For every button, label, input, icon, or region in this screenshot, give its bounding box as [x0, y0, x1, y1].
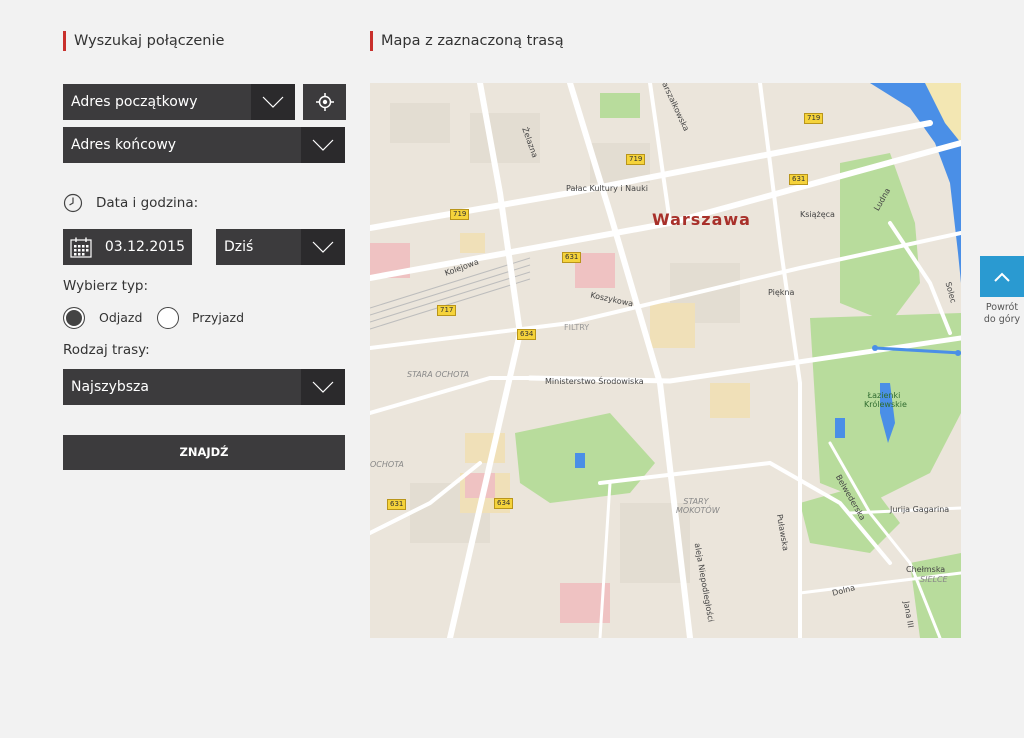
start-address-label: Adres początkowy	[71, 94, 198, 110]
start-address-select[interactable]: Adres początkowy	[63, 84, 295, 120]
road-shield: 631	[387, 499, 407, 510]
search-submit-button[interactable]: ZNAJDŹ	[63, 435, 345, 470]
map-street-label: Piękna	[768, 288, 795, 297]
day-value: Dziś	[224, 239, 254, 255]
day-select[interactable]: Dziś	[216, 229, 345, 265]
locate-me-button[interactable]	[303, 84, 346, 120]
clock-icon	[63, 193, 83, 217]
back-to-top-button[interactable]	[980, 256, 1024, 297]
map-section-title: Mapa z zaznaczoną trasą	[370, 31, 564, 51]
back-to-top-label-line2: do góry	[983, 314, 1021, 325]
end-address-select[interactable]: Adres końcowy	[63, 127, 345, 163]
end-address-label: Adres końcowy	[71, 137, 177, 153]
map-district-label: FILTRY	[564, 323, 590, 332]
chevron-down-icon[interactable]	[251, 84, 295, 120]
radio-odjazd[interactable]	[63, 307, 85, 329]
map-district-label: STARA OCHOTA	[407, 370, 470, 379]
map-place-label: Pałac Kultury i Nauki	[566, 184, 648, 193]
type-label: Wybierz typ:	[63, 278, 149, 294]
map-place-label: Łazienki Królewskie	[864, 391, 907, 409]
road-shield: 719	[804, 113, 824, 124]
chevron-up-icon	[994, 272, 1010, 282]
crosshair-icon	[315, 93, 334, 111]
road-shield: 719	[626, 154, 646, 165]
search-section-title: Wyszukaj połączenie	[63, 31, 224, 51]
road-shield: 717	[437, 305, 457, 316]
date-input[interactable]: 03.12.2015	[63, 229, 192, 265]
chevron-down-icon[interactable]	[301, 229, 345, 265]
chevron-down-icon[interactable]	[301, 127, 345, 163]
map-district-label: STARY MOKOTÓW	[676, 497, 720, 515]
calendar-icon[interactable]	[70, 236, 92, 272]
radio-odjazd-label: Odjazd	[99, 310, 143, 325]
map-city-label: Warszawa	[652, 210, 751, 229]
road-shield: 719	[450, 209, 470, 220]
route-type-value: Najszybsza	[71, 379, 149, 395]
back-to-top-label: Powrót do góry	[980, 302, 1024, 326]
map-place-label: Ministerstwo Środowiska	[545, 377, 644, 386]
map-street-label: Jurija Gagarina	[890, 505, 950, 514]
road-shield: 634	[517, 329, 537, 340]
map-district-label: SIELCE	[920, 575, 948, 584]
road-shield: 634	[494, 498, 514, 509]
map-street-label: Książęca	[800, 210, 835, 219]
back-to-top-label-line1: Powrót	[985, 302, 1019, 313]
radio-przyjazd-label: Przyjazd	[192, 310, 245, 325]
route-type-label: Rodzaj trasy:	[63, 342, 150, 358]
road-shield: 631	[562, 252, 582, 263]
radio-przyjazd[interactable]	[157, 307, 179, 329]
map-street-label: Chełmska	[906, 565, 946, 574]
chevron-down-icon[interactable]	[301, 369, 345, 405]
road-shield: 631	[789, 174, 809, 185]
map-canvas	[370, 83, 961, 638]
route-map[interactable]: Warszawa Pałac Kultury i Nauki Ministers…	[370, 83, 961, 638]
date-value: 03.12.2015	[104, 239, 185, 255]
map-district-label: OCHOTA	[370, 460, 404, 469]
datetime-label: Data i godzina:	[96, 195, 199, 211]
route-type-select[interactable]: Najszybsza	[63, 369, 345, 405]
